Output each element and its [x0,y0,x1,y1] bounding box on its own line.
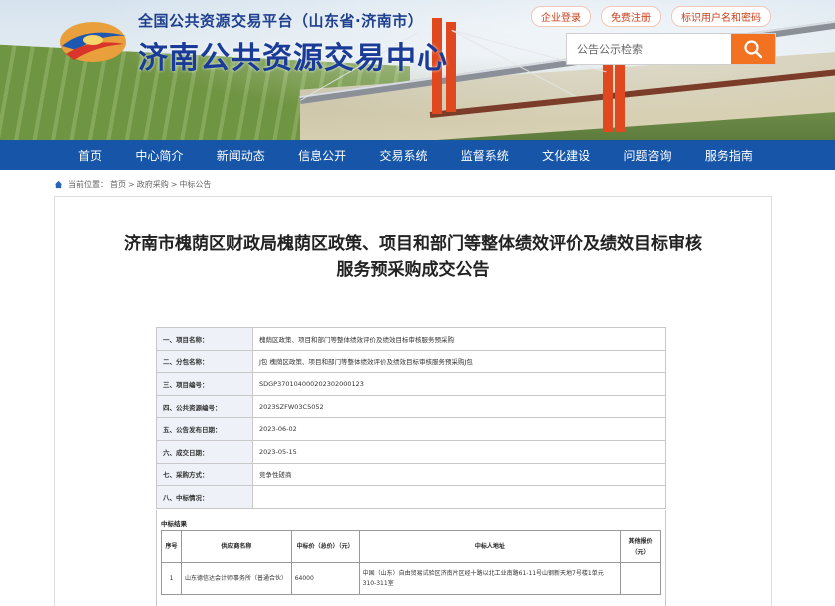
info-value: 2023-05-15 [252,439,666,464]
home-icon [54,180,63,189]
info-value [252,485,666,509]
table-cell: 64000 [290,562,360,595]
register-link[interactable]: 免费注册 [601,6,661,27]
announcement-title: 济南市槐荫区财政局槐荫区政策、项目和部门等整体绩效评价及绩效目标审核 服务预采购… [55,231,771,283]
table-cell: 中国（山东）自由贸易试验区济南片区经十路以北工业南路61-11号山钢新天地7号楼… [358,562,622,595]
info-value: 2023SZFW03C5052 [252,394,666,419]
nav-info-disclosure[interactable]: 信息公开 [298,147,346,164]
nav-home[interactable]: 首页 [78,147,102,164]
table-row: 三、项目编号： SDGP370104000202302000123 [156,372,666,396]
announcement-info-table: 一、项目名称： 槐荫区政策、项目和部门等整体绩效评价及绩效目标审核服务预采购 二… [156,327,666,509]
table-cell [620,562,661,595]
top-links: 企业登录 免费注册 标识用户名和密码 [531,6,771,27]
breadcrumb-item-procurement[interactable]: 政府采购 [137,179,169,190]
search-box [566,33,776,65]
table-row: 二、分包名称： J包 槐荫区政策、项目和部门等整体绩效评价及绩效目标审核服务预采… [156,349,666,374]
award-result-section: 中标结果 序号 供应商名称 中标价（总价）（元） 中标人地址 其他报价（元） 1… [156,510,666,606]
info-label: 四、公共资源编号： [156,394,253,419]
announcement-panel: 济南市槐荫区财政局槐荫区政策、项目和部门等整体绩效评价及绩效目标审核 服务预采购… [54,196,772,606]
table-row: 八、中标情况： [156,485,666,509]
info-label: 二、分包名称： [156,349,253,374]
search-input[interactable] [567,34,731,64]
platform-name: 全国公共资源交易平台（山东省·济南市） [138,12,424,30]
table-cell: 山东德信达会计师事务所（普通合伙） [180,562,292,595]
logo-icon [60,22,126,62]
site-title: 济南公共资源交易中心 [138,41,448,76]
info-value: SDGP370104000202302000123 [252,372,666,396]
breadcrumb-separator: > [170,180,178,189]
info-label: 五、公告发布日期： [156,417,253,441]
award-result-table: 序号 供应商名称 中标价（总价）（元） 中标人地址 其他报价（元） 1 山东德信… [161,530,661,595]
table-row: 七、采购方式： 竞争性磋商 [156,462,666,487]
column-header: 其他报价（元） [620,530,661,563]
announcement-title-line1: 济南市槐荫区财政局槐荫区政策、项目和部门等整体绩效评价及绩效目标审核 [124,234,702,254]
nav-about[interactable]: 中心简介 [135,147,183,164]
info-value: 槐荫区政策、项目和部门等整体绩效评价及绩效目标审核服务预采购 [252,327,666,351]
column-header: 序号 [161,530,182,563]
info-label: 六、成交日期： [156,439,253,464]
table-row: 1 山东德信达会计师事务所（普通合伙） 64000 中国（山东）自由贸易试验区济… [161,562,661,595]
nav-service-guide[interactable]: 服务指南 [705,147,753,164]
breadcrumb: 当前位置： 首页 > 政府采购 > 中标公告 [54,179,211,190]
table-row: 四、公共资源编号： 2023SZFW03C5052 [156,394,666,419]
info-label: 三、项目编号： [156,372,253,396]
nav-trading-system[interactable]: 交易系统 [379,147,427,164]
search-icon [744,40,763,59]
info-label: 一、项目名称： [156,327,253,351]
nav-culture[interactable]: 文化建设 [542,147,590,164]
login-link[interactable]: 企业登录 [531,6,591,27]
info-label: 八、中标情况： [156,485,253,509]
table-row: 一、项目名称： 槐荫区政策、项目和部门等整体绩效评价及绩效目标审核服务预采购 [156,327,666,351]
column-header: 供应商名称 [180,530,292,563]
column-header: 中标价（总价）（元） [290,530,360,563]
main-nav: 首页 中心简介 新闻动态 信息公开 交易系统 监督系统 文化建设 问题咨询 服务… [0,140,835,170]
table-row: 五、公告发布日期： 2023-06-02 [156,417,666,441]
nav-supervision-system[interactable]: 监督系统 [461,147,509,164]
username-password-link[interactable]: 标识用户名和密码 [671,6,771,27]
info-value: J包 槐荫区政策、项目和部门等整体绩效评价及绩效目标审核服务预采购J包 [252,349,666,374]
table-row: 六、成交日期： 2023-05-15 [156,439,666,464]
breadcrumb-prefix: 当前位置： [68,180,108,189]
breadcrumb-item-award-notice[interactable]: 中标公告 [179,179,211,190]
announcement-title-line2: 服务预采购成交公告 [336,260,490,280]
search-button[interactable] [731,34,775,64]
banner-bridge-tower [615,62,625,132]
info-label: 七、采购方式： [156,462,253,487]
column-header: 中标人地址 [358,530,622,563]
info-value: 竞争性磋商 [252,462,666,487]
header-banner: 全国公共资源交易平台（山东省·济南市） 济南公共资源交易中心 企业登录 免费注册… [0,0,835,140]
award-result-heading: 中标结果 [161,520,187,528]
nav-news[interactable]: 新闻动态 [217,147,265,164]
breadcrumb-item-home[interactable]: 首页 [110,179,126,190]
breadcrumb-separator: > [128,180,135,189]
info-value: 2023-06-02 [252,417,666,441]
table-header-row: 序号 供应商名称 中标价（总价）（元） 中标人地址 其他报价（元） [161,530,661,563]
table-cell: 1 [161,562,182,595]
nav-consultation[interactable]: 问题咨询 [624,147,672,164]
